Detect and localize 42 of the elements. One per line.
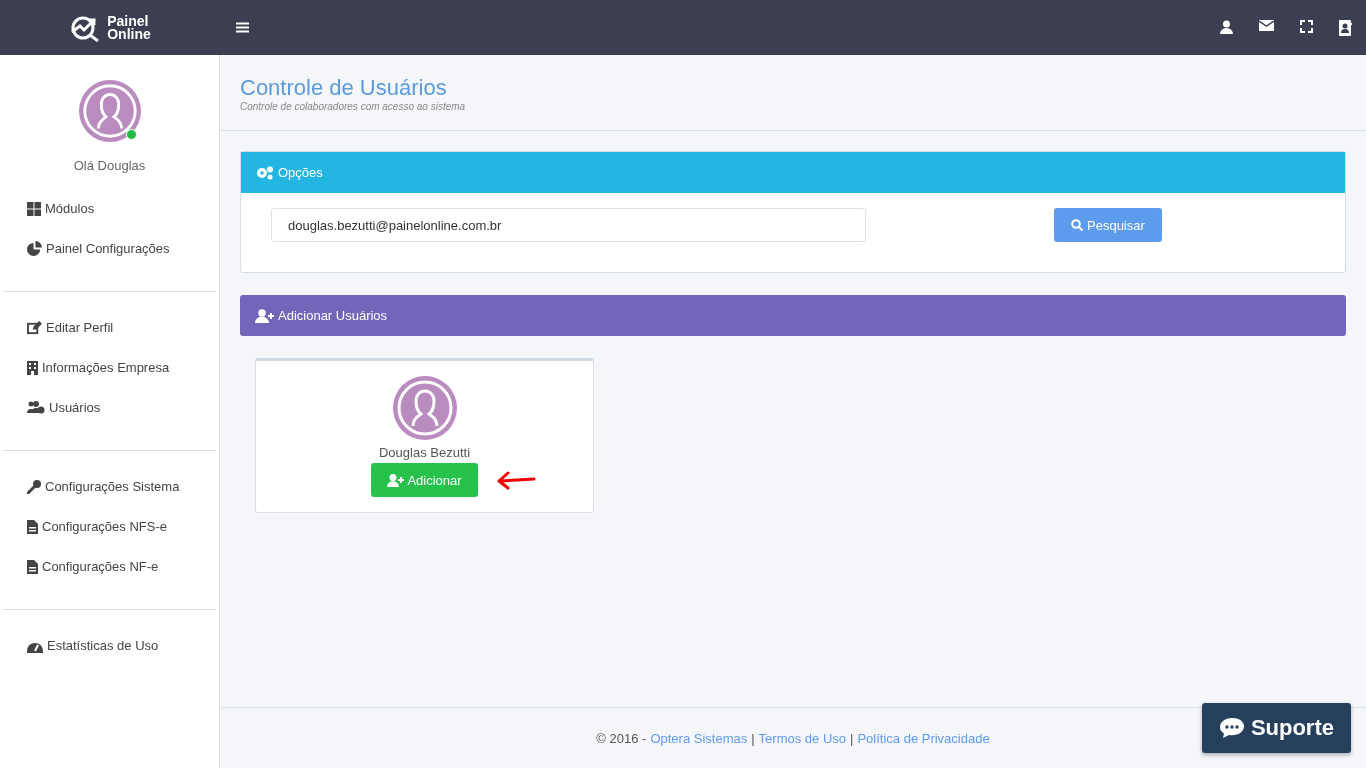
avatar-icon: [78, 80, 141, 142]
sidebar-item[interactable]: Editar Perfil: [27, 320, 219, 335]
sidebar-item[interactable]: Painel Configurações: [27, 241, 219, 256]
users-icon: [27, 401, 45, 414]
grid-icon: [27, 201, 41, 216]
logo-text: Painel: [107, 14, 149, 28]
sidebar-item[interactable]: Usuários: [27, 400, 219, 415]
copyright-text: © 2016 -: [596, 730, 647, 746]
sidebar-item[interactable]: Informações Empresa: [27, 360, 219, 375]
page-subtitle: Controle de colaboradores com acesso ao sistema: [240, 101, 467, 112]
panel-title: Adicionar Usuários: [278, 308, 388, 323]
add-user-icon: [387, 473, 405, 487]
sidebar-item[interactable]: Configurações NFS-e: [27, 519, 219, 534]
chat-icon: [1218, 717, 1245, 739]
file-icon: [27, 559, 38, 574]
panel-title: Opções: [278, 165, 323, 180]
pie-icon: [27, 241, 42, 256]
add-user-icon: [255, 308, 274, 323]
edit-icon: [27, 320, 42, 335]
separator-text: |: [751, 730, 755, 746]
building-icon: [27, 360, 38, 375]
arrow-icon: [496, 470, 537, 490]
sidebar-item[interactable]: Módulos: [27, 201, 219, 216]
greeting-text: Olá Douglas: [73, 158, 146, 173]
user-name: Douglas Bezutti: [378, 445, 471, 460]
search-icon: [1071, 219, 1083, 231]
fullscreen-icon[interactable]: [1300, 19, 1313, 36]
user-icon[interactable]: [1220, 19, 1233, 36]
page-title: Controle de Usuários: [240, 75, 448, 101]
wrench-icon: [27, 479, 41, 494]
file-icon: [27, 519, 38, 534]
contact-book-icon[interactable]: [1339, 19, 1352, 36]
gears-icon: [256, 165, 274, 180]
sidebar-item[interactable]: Configurações Sistema: [27, 479, 219, 494]
sidebar-item[interactable]: Estatísticas de Uso: [27, 638, 219, 653]
search-field[interactable]: douglas.bezutti@painelonline.com.br: [271, 208, 866, 242]
logo-text: Online: [107, 27, 151, 41]
sidebar-item[interactable]: Configurações NF-e: [27, 559, 219, 574]
support-button[interactable]: Suporte: [1201, 703, 1351, 753]
separator-text: |: [850, 730, 854, 746]
avatar-icon: [392, 376, 457, 440]
menu-icon[interactable]: [234, 20, 251, 35]
